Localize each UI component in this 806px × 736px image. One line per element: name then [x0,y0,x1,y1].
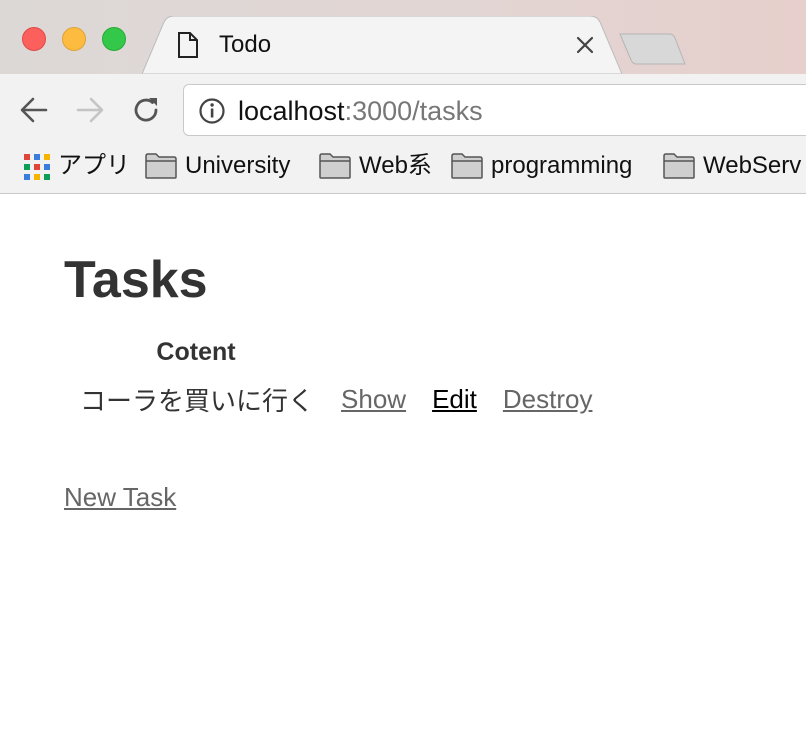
tasks-table: Cotent コーラを買いに行く Show Edit Destroy [64,335,605,424]
folder-icon [319,153,351,179]
page-title: Tasks [64,251,208,309]
title-bar: Todo [0,0,806,74]
column-header-content: Cotent [156,337,236,366]
show-cell: Show [328,375,419,424]
show-link[interactable]: Show [341,384,406,414]
folder-icon [145,153,177,179]
forward-arrow-icon[interactable] [74,94,106,126]
new-task-link[interactable]: New Task [64,481,176,513]
bookmark-label: programming [491,152,633,179]
folder-icon [451,153,483,179]
tab-shape [142,16,622,74]
bookmark-label: アプリ [58,152,130,179]
url-path: :3000/tasks [344,96,483,126]
url-host: localhost [238,96,345,126]
apps-grid-icon [24,154,50,180]
bookmark-label: University [185,152,291,179]
task-content-cell: コーラを買いに行く [80,386,315,416]
bookmark-webserv[interactable]: WebServ [663,146,801,186]
bookmark-web[interactable]: Web系 [319,146,432,186]
page-content: Tasks Cotent コーラを買いに行く Show Edit Destroy… [0,195,806,736]
bookmarks-bar: アプリ University Web系 programming WebServ [0,146,806,194]
window-minimize-button[interactable] [62,27,86,51]
column-header-empty [419,335,490,375]
bookmark-university[interactable]: University [145,146,290,186]
column-header-empty [328,335,419,375]
bookmark-label: Web系 [359,152,432,179]
window-maximize-button[interactable] [102,27,126,51]
tab-title: Todo [219,31,272,58]
address-bar[interactable]: localhost:3000/tasks [183,84,806,136]
reload-icon[interactable] [130,94,162,126]
new-tab-button[interactable] [618,32,688,66]
close-icon[interactable] [574,34,596,56]
edit-link[interactable]: Edit [432,384,477,414]
destroy-link[interactable]: Destroy [503,384,593,414]
tab-todo[interactable]: Todo [142,16,622,74]
table-row: コーラを買いに行く Show Edit Destroy [64,375,605,424]
document-icon [178,32,198,58]
bookmark-apps[interactable]: アプリ [24,146,130,186]
destroy-cell: Destroy [490,375,606,424]
info-icon[interactable] [198,97,226,125]
edit-cell: Edit [419,375,490,424]
url-text[interactable]: localhost:3000/tasks [238,94,483,128]
window-close-button[interactable] [22,27,46,51]
table-header-row: Cotent [64,335,605,375]
column-header-empty [490,335,606,375]
bookmark-label: WebServ [703,152,802,179]
back-arrow-icon[interactable] [18,94,50,126]
folder-icon [663,153,695,179]
browser-toolbar: localhost:3000/tasks [0,74,806,146]
bookmark-programming[interactable]: programming [451,146,632,186]
